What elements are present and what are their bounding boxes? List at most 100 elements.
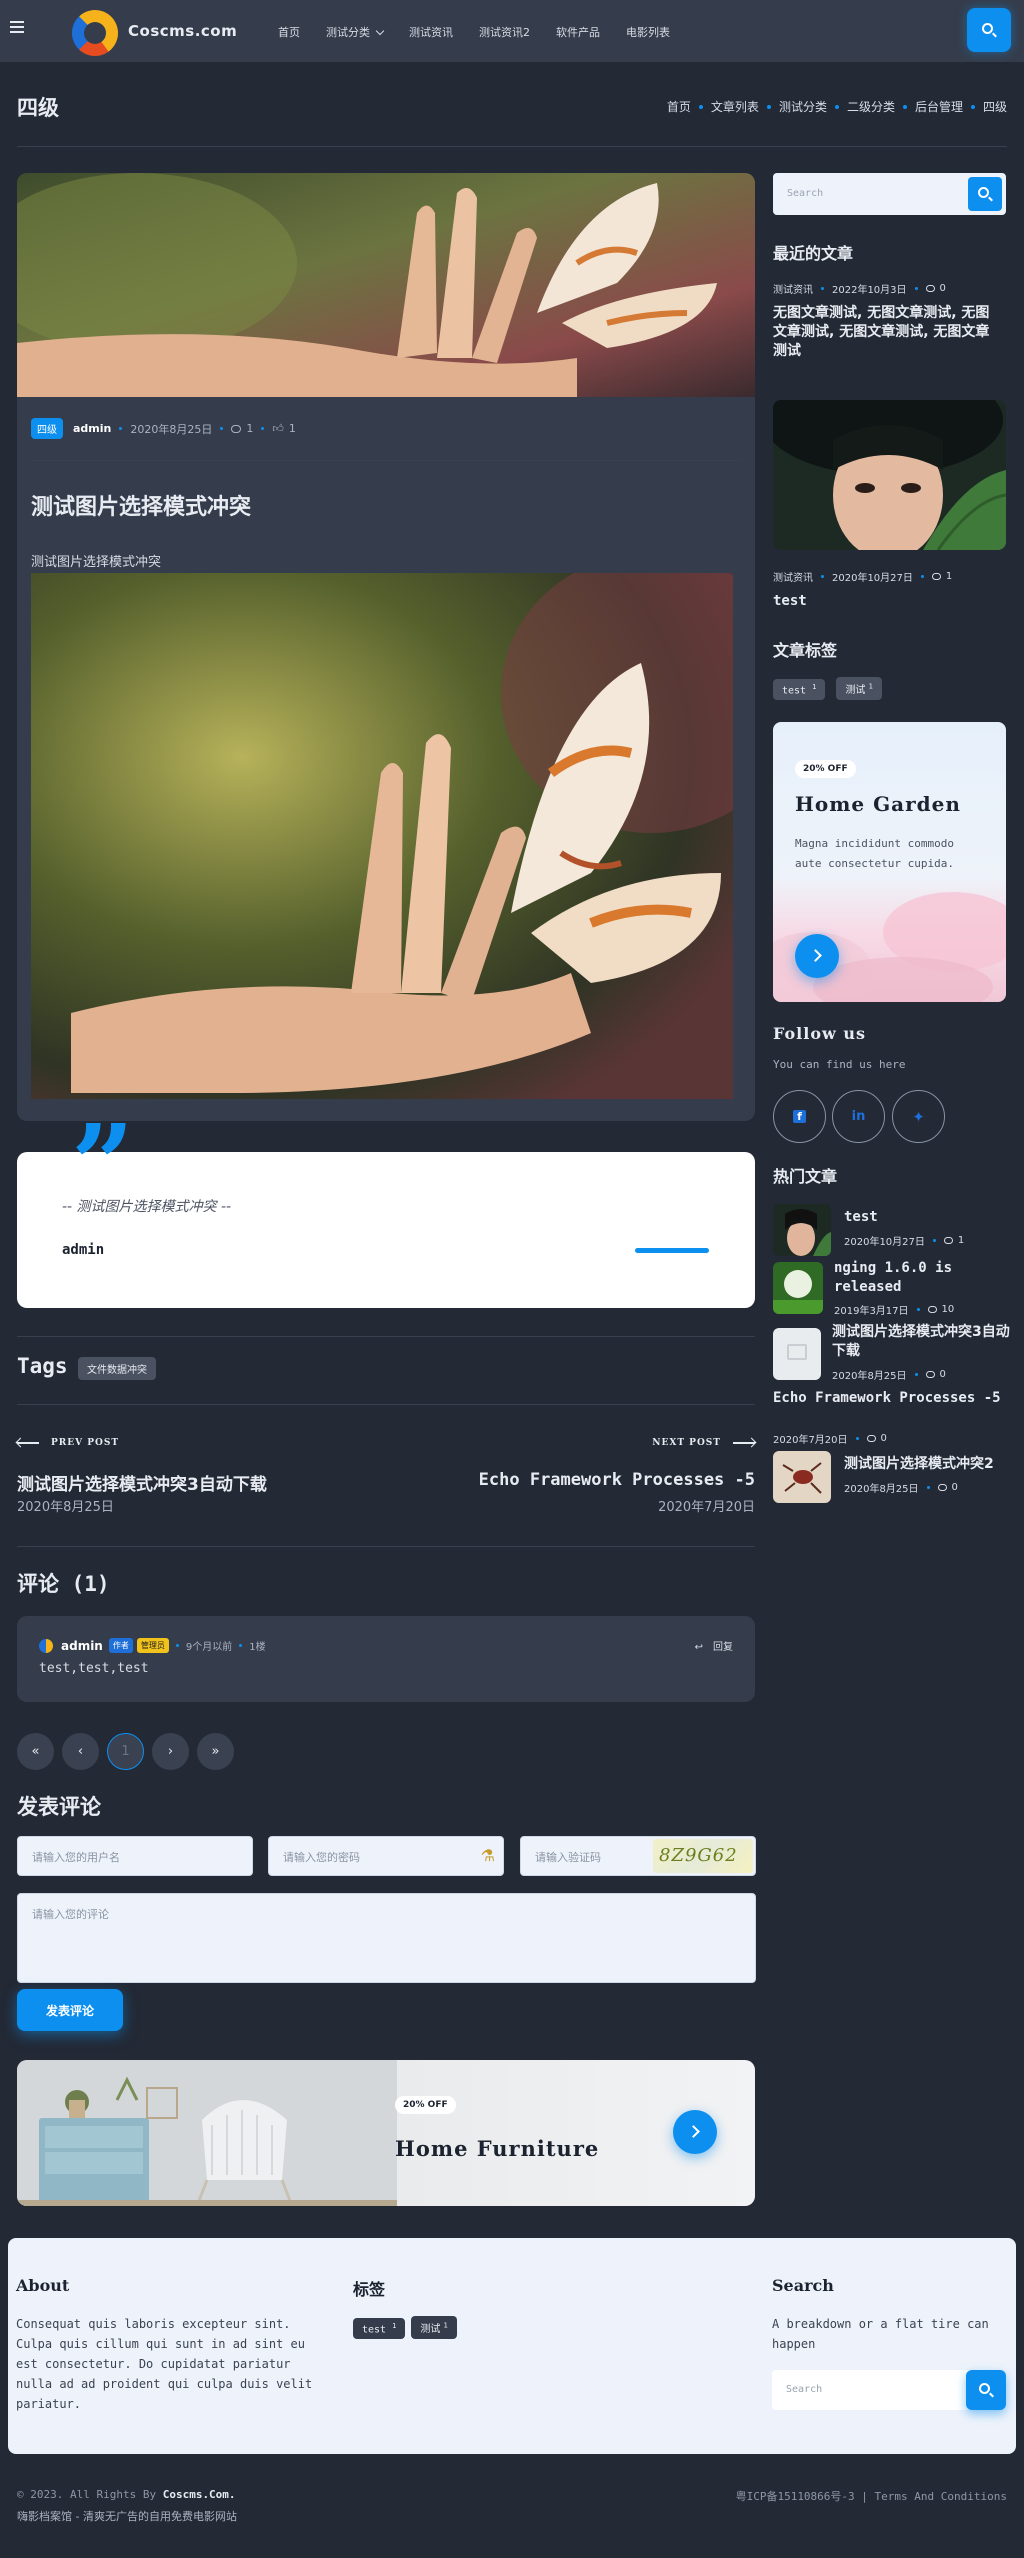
- breadcrumb-item[interactable]: 文章列表: [711, 98, 759, 115]
- post-date: 2022年10月3日: [832, 285, 907, 296]
- next-post-label[interactable]: NEXT POST: [652, 1438, 755, 1448]
- breadcrumb-item[interactable]: 测试分类: [779, 98, 827, 115]
- username-input[interactable]: 请输入您的用户名: [17, 1836, 253, 1876]
- nav-item-test-news-2[interactable]: 测试资讯2: [479, 24, 530, 40]
- linkedin-button[interactable]: in: [832, 1090, 885, 1143]
- menu-icon[interactable]: [10, 21, 24, 33]
- footer-search-placeholder: Search: [786, 2384, 823, 2395]
- footer-about-text: Consequat quis laboris excepteur sint. C…: [16, 2317, 313, 2411]
- author-name[interactable]: admin: [73, 422, 111, 435]
- tag-chip[interactable]: 文件数据冲突: [78, 1357, 156, 1380]
- captcha-image[interactable]: 8Z9G62: [653, 1839, 753, 1873]
- hot-post-thumbnail[interactable]: [773, 1451, 831, 1503]
- comment-icon: [943, 1237, 953, 1244]
- nav-item-test-news[interactable]: 测试资讯: [409, 24, 453, 40]
- like-count: 1: [288, 422, 296, 435]
- page-next-button[interactable]: ›: [152, 1733, 189, 1770]
- comment-icon: [231, 424, 242, 433]
- page-last-button[interactable]: »: [197, 1733, 234, 1770]
- captcha-text: 8Z9G62: [659, 1845, 738, 1866]
- nav-item-software[interactable]: 软件产品: [556, 24, 600, 40]
- recent-post-title[interactable]: test: [773, 592, 1003, 611]
- post-category[interactable]: 测试资讯: [773, 569, 813, 584]
- comment-time: 9个月以前: [185, 1642, 233, 1653]
- tag-label: test: [362, 2324, 387, 2335]
- site-logo-text[interactable]: Coscms.com: [128, 22, 237, 40]
- icp-link[interactable]: 粤ICP备15110866号-3: [736, 2490, 855, 2503]
- submit-comment-button[interactable]: 发表评论: [17, 1989, 123, 2031]
- sidebar-search[interactable]: Search: [773, 173, 1006, 215]
- footer-search-button[interactable]: [966, 2370, 1006, 2410]
- breadcrumb-item[interactable]: 二级分类: [847, 98, 895, 115]
- comment-icon: [925, 1371, 935, 1378]
- promo-arrow-button[interactable]: [673, 2110, 717, 2154]
- nav-item-home[interactable]: 首页: [278, 24, 300, 40]
- like-icon[interactable]: 👍︎: [272, 422, 284, 435]
- footer-site-link[interactable]: 嗨影档案馆 - 清爽无广告的自用免费电影网站: [17, 2508, 237, 2524]
- site-logo-icon[interactable]: [72, 10, 118, 56]
- nav-item-test-category[interactable]: 测试分类: [326, 24, 385, 40]
- chevron-down-icon: [375, 26, 385, 36]
- post-category[interactable]: 测试资讯: [773, 281, 813, 296]
- page-first-button[interactable]: «: [17, 1733, 54, 1770]
- tag-chip[interactable]: 测试 1: [836, 677, 883, 700]
- page-current[interactable]: 1: [107, 1733, 144, 1770]
- divider: [17, 1404, 755, 1405]
- comment-form-heading: 发表评论: [17, 1795, 101, 1819]
- hot-post-title[interactable]: nging 1.6.0 is released: [834, 1259, 1009, 1297]
- terms-link[interactable]: Terms And Conditions: [875, 2490, 1007, 2503]
- twitter-button[interactable]: ✦: [892, 1090, 945, 1143]
- hot-post-thumbnail[interactable]: [773, 1204, 831, 1256]
- promo-arrow-button[interactable]: [795, 934, 839, 978]
- header-search-button[interactable]: [967, 8, 1011, 52]
- recent-post-title[interactable]: 无图文章测试, 无图文章测试, 无图文章测试, 无图文章测试, 无图文章测试: [773, 304, 1003, 361]
- hot-post-title[interactable]: test: [844, 1208, 878, 1227]
- password-input[interactable]: 请输入您的密码 ⚗: [268, 1836, 504, 1876]
- next-post-title[interactable]: Echo Framework Processes -5: [479, 1470, 755, 1490]
- avatar[interactable]: [39, 1638, 53, 1653]
- recent-post-meta: 测试资讯 2020年10月27日 1: [773, 569, 952, 584]
- breadcrumb: 首页 文章列表 测试分类 二级分类 后台管理 四级: [667, 98, 1007, 115]
- article-body-image[interactable]: [31, 573, 733, 1099]
- page-prev-button[interactable]: ‹: [62, 1733, 99, 1770]
- tags-heading: Tags: [17, 1354, 68, 1378]
- facebook-button[interactable]: f: [773, 1090, 826, 1143]
- sidebar-search-input[interactable]: Search: [787, 188, 823, 199]
- hot-post-title[interactable]: 测试图片选择模式冲突2: [844, 1455, 994, 1474]
- tag-chip[interactable]: test 1: [773, 678, 826, 700]
- hot-post-comments: 0: [939, 1369, 946, 1380]
- tag-chip[interactable]: test 1: [353, 2317, 406, 2339]
- article-cover-image[interactable]: [17, 173, 755, 397]
- hot-post-title[interactable]: Echo Framework Processes -5: [773, 1389, 1008, 1408]
- key-icon: ⚗: [480, 1846, 495, 1865]
- tag-chip[interactable]: 测试 1: [411, 2316, 457, 2339]
- breadcrumb-item[interactable]: 首页: [667, 98, 691, 115]
- hot-post-thumbnail[interactable]: [773, 1262, 823, 1314]
- promo-banner-furniture[interactable]: 20% OFF Home Furniture: [17, 2060, 755, 2206]
- category-badge[interactable]: 四级: [31, 418, 63, 439]
- tag-count: 1: [868, 682, 874, 691]
- hot-post-title[interactable]: 测试图片选择模式冲突3自动下载: [832, 1323, 1010, 1361]
- tag-label: 测试: [420, 2324, 441, 2335]
- comment-textarea[interactable]: 请输入您的评论: [17, 1893, 756, 1983]
- article-body-text: 测试图片选择模式冲突: [31, 555, 162, 570]
- tags-heading: 文章标签: [773, 641, 838, 660]
- image-placeholder-icon[interactable]: [773, 1328, 821, 1380]
- footer-search-input[interactable]: Search: [772, 2370, 1006, 2410]
- captcha-input[interactable]: 请输入验证码 8Z9G62: [520, 1836, 756, 1876]
- reply-button[interactable]: ↩ 回复: [695, 1638, 733, 1653]
- comment-user[interactable]: admin: [61, 1639, 103, 1653]
- comment-icon: [927, 1306, 937, 1313]
- prev-post-label[interactable]: PREV POST: [17, 1438, 119, 1448]
- recent-post-image[interactable]: [773, 400, 1006, 550]
- promo-banner-garden[interactable]: 20% OFF Home Garden Magna incididunt com…: [773, 722, 1006, 1002]
- sidebar-search-button[interactable]: [968, 177, 1002, 211]
- nav-item-movies[interactable]: 电影列表: [626, 24, 670, 40]
- follow-text: You can find us here: [773, 1058, 906, 1071]
- breadcrumb-item[interactable]: 后台管理: [915, 98, 963, 115]
- prev-post-title[interactable]: 测试图片选择模式冲突3自动下载: [17, 1470, 267, 1495]
- linkedin-icon: in: [851, 1109, 866, 1124]
- comment-icon: [866, 1435, 876, 1442]
- footer-tags-heading: 标签: [353, 2280, 386, 2299]
- copyright-site-link[interactable]: Coscms.Com.: [163, 2488, 236, 2501]
